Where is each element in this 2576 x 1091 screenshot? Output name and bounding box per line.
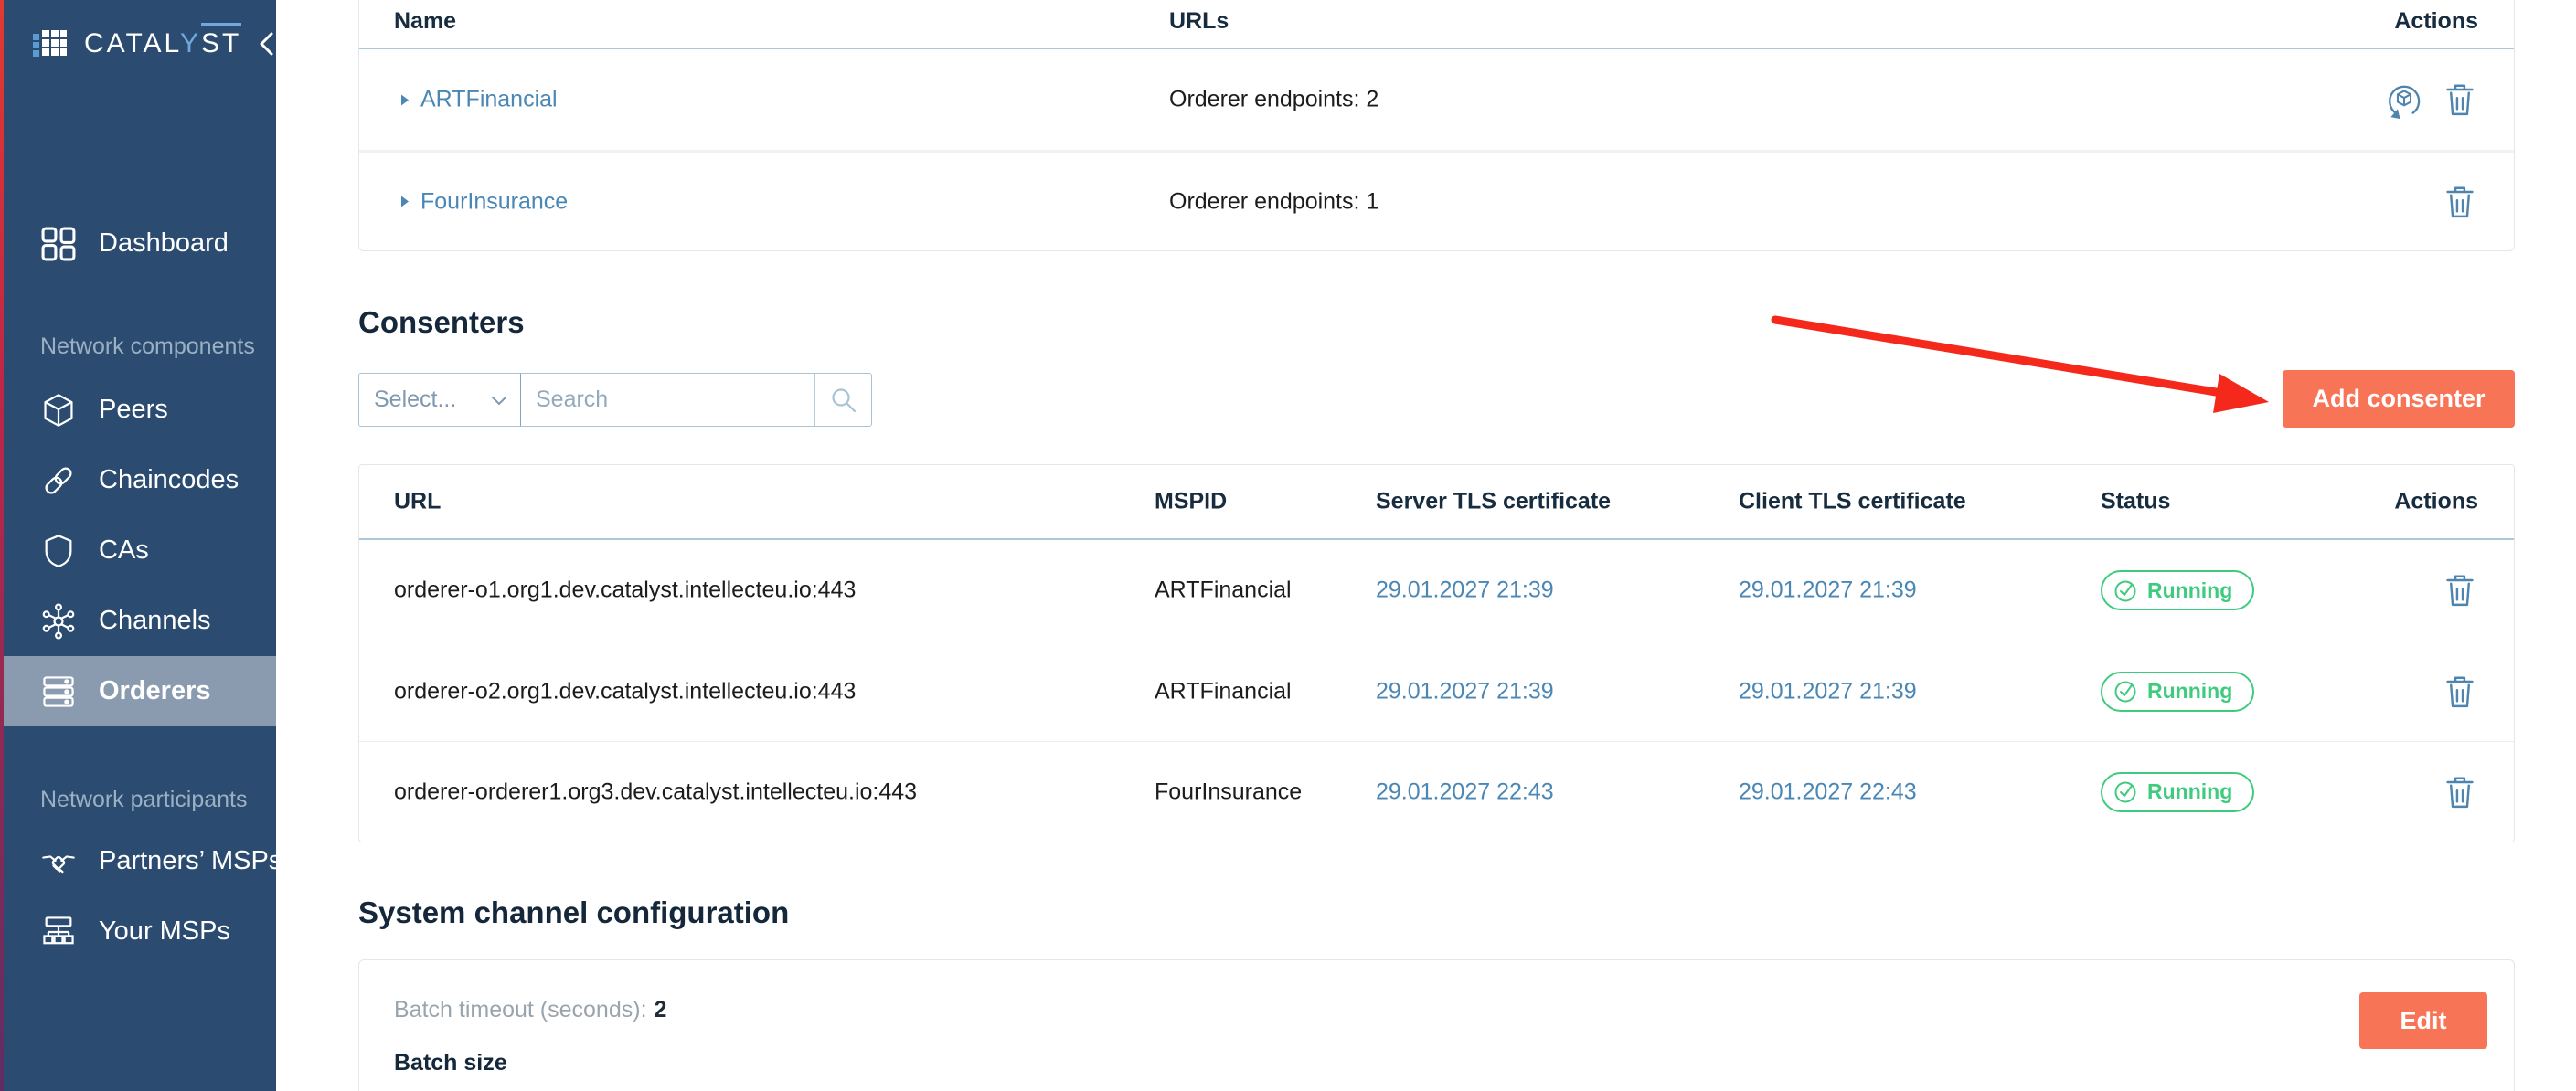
collapse-sidebar-chevron-icon[interactable] [256,30,278,58]
redeploy-icon[interactable] [2383,79,2425,121]
batch-size-label: Batch size [394,1050,507,1075]
trash-icon[interactable] [2442,570,2478,610]
client-cert-link[interactable]: 29.01.2027 21:39 [1739,678,1917,704]
orgs-col-urls: URLs [1169,8,1229,34]
cube-logo-icon [31,23,69,66]
annotation-arrow [1771,315,2269,413]
your-msps-orgchart-icon [43,916,74,944]
sidebar-item-label: Dashboard [99,228,229,258]
consenters-table: URL MSPID Server TLS certificate Client … [358,464,2515,842]
app-root: CATALYST Dashboard Network components Pe… [0,0,2576,1091]
consenter-mspid: ARTFinancial [1155,678,1292,704]
table-row: orderer-orderer1.org3.dev.catalyst.intel… [359,741,2514,842]
expand-triangle-icon[interactable] [400,93,410,106]
chevron-down-icon [492,396,506,405]
search-input[interactable] [521,374,814,426]
table-row: orderer-o1.org1.dev.catalyst.intellecteu… [359,540,2514,641]
dashboard-icon [41,227,76,260]
partners-handshake-icon [42,854,75,873]
sidebar-item-your-msps[interactable]: Your MSPs [0,896,276,967]
sidebar-item-label: Channels [99,606,211,635]
sidebar: CATALYST Dashboard Network components Pe… [0,0,282,1091]
server-cert-link[interactable]: 29.01.2027 22:43 [1376,779,1554,805]
server-cert-link[interactable]: 29.01.2027 21:39 [1376,577,1554,604]
batch-timeout-value: 2 [654,997,667,1022]
orgs-col-actions: Actions [2394,8,2478,34]
sidebar-section-network-components: Network components [40,334,255,359]
filter-select[interactable]: Select... [359,374,520,426]
sidebar-item-label: CAs [99,535,149,565]
orgs-col-name: Name [394,8,457,34]
orgs-table-header: Name URLs Actions [359,0,2514,49]
trash-icon[interactable] [2442,672,2478,712]
orderers-stack-icon [43,675,74,707]
cas-shield-icon [45,534,72,567]
consenter-url: orderer-o2.org1.dev.catalyst.intellecteu… [394,678,857,704]
status-badge: Running [2101,771,2255,812]
sidebar-item-peers[interactable]: Peers [0,375,276,445]
expand-triangle-icon[interactable] [400,196,410,208]
consenter-mspid: FourInsurance [1155,779,1303,804]
consenter-url: orderer-o1.org1.dev.catalyst.intellecteu… [394,577,857,603]
trash-icon[interactable] [2442,772,2478,812]
col-actions: Actions [2394,488,2478,514]
add-consenter-button[interactable]: Add consenter [2283,370,2515,428]
sidebar-item-dashboard[interactable]: Dashboard [0,208,276,279]
filter-select-value: Select... [374,387,457,412]
col-mspid: MSPID [1155,488,1228,514]
org-name-link[interactable]: ARTFinancial [400,87,558,113]
batch-timeout-label: Batch timeout (seconds): [394,997,647,1022]
table-row: FourInsurance Orderer endpoints: 1 [359,150,2514,250]
col-server-tls: Server TLS certificate [1376,488,1612,514]
client-cert-link[interactable]: 29.01.2027 22:43 [1739,779,1917,805]
consenters-table-header: URL MSPID Server TLS certificate Client … [359,465,2514,540]
peers-cube-icon [44,393,73,427]
check-circle-icon [2114,781,2136,803]
consenters-heading: Consenters [358,305,525,339]
logo-wordmark: CATALYST [84,23,242,59]
check-circle-icon [2114,681,2136,703]
orderer-organizations-table: Name URLs Actions ARTFinancial Orderer e… [358,0,2515,251]
channels-hub-icon [42,602,75,640]
sidebar-item-channels[interactable]: Channels [0,586,276,656]
status-badge: Running [2101,671,2255,712]
check-circle-icon [2114,580,2136,601]
sidebar-item-label: Partners’ MSPs [99,846,282,875]
sidebar-section-network-participants: Network participants [40,787,248,812]
system-channel-heading: System channel configuration [358,895,790,929]
col-client-tls: Client TLS certificate [1739,488,1966,514]
sidebar-item-label: Your MSPs [99,916,230,946]
col-status: Status [2101,488,2171,514]
trash-icon[interactable] [2442,182,2478,222]
sidebar-item-label: Peers [99,395,168,424]
search-button[interactable] [814,374,871,426]
consenter-mspid: ARTFinancial [1155,577,1292,603]
table-row: orderer-o2.org1.dev.catalyst.intellecteu… [359,641,2514,741]
sidebar-item-label: Chaincodes [99,465,240,494]
sidebar-item-cas[interactable]: CAs [0,515,276,586]
search-field-wrap [520,374,814,426]
screen-edge-strip [0,0,4,1091]
sidebar-item-chaincodes[interactable]: Chaincodes [0,445,276,515]
sidebar-item-label: Orderers [99,676,211,705]
sidebar-item-orderers[interactable]: Orderers [0,656,276,726]
col-url: URL [394,488,442,514]
consenter-url: orderer-orderer1.org3.dev.catalyst.intel… [394,779,918,804]
trash-icon[interactable] [2442,79,2478,120]
table-row: ARTFinancial Orderer endpoints: 2 [359,49,2514,150]
sidebar-item-partners-msps[interactable]: Partners’ MSPs [0,826,282,896]
logo[interactable]: CATALYST [0,0,276,88]
search-icon [831,387,856,412]
edit-button[interactable]: Edit [2359,992,2487,1049]
org-name-link[interactable]: FourInsurance [400,188,568,215]
batch-timeout-row: Batch timeout (seconds): 2 [394,997,666,1023]
server-cert-link[interactable]: 29.01.2027 21:39 [1376,678,1554,704]
system-channel-panel: Batch timeout (seconds): 2 Batch size Edi… [358,959,2515,1091]
status-badge: Running [2101,570,2255,610]
consenters-filter-bar: Select... [358,373,872,427]
chaincodes-link-icon [45,466,72,494]
org-urls-cell: Orderer endpoints: 2 [1169,86,1379,112]
client-cert-link[interactable]: 29.01.2027 21:39 [1739,577,1917,604]
org-urls-cell: Orderer endpoints: 1 [1169,188,1379,214]
